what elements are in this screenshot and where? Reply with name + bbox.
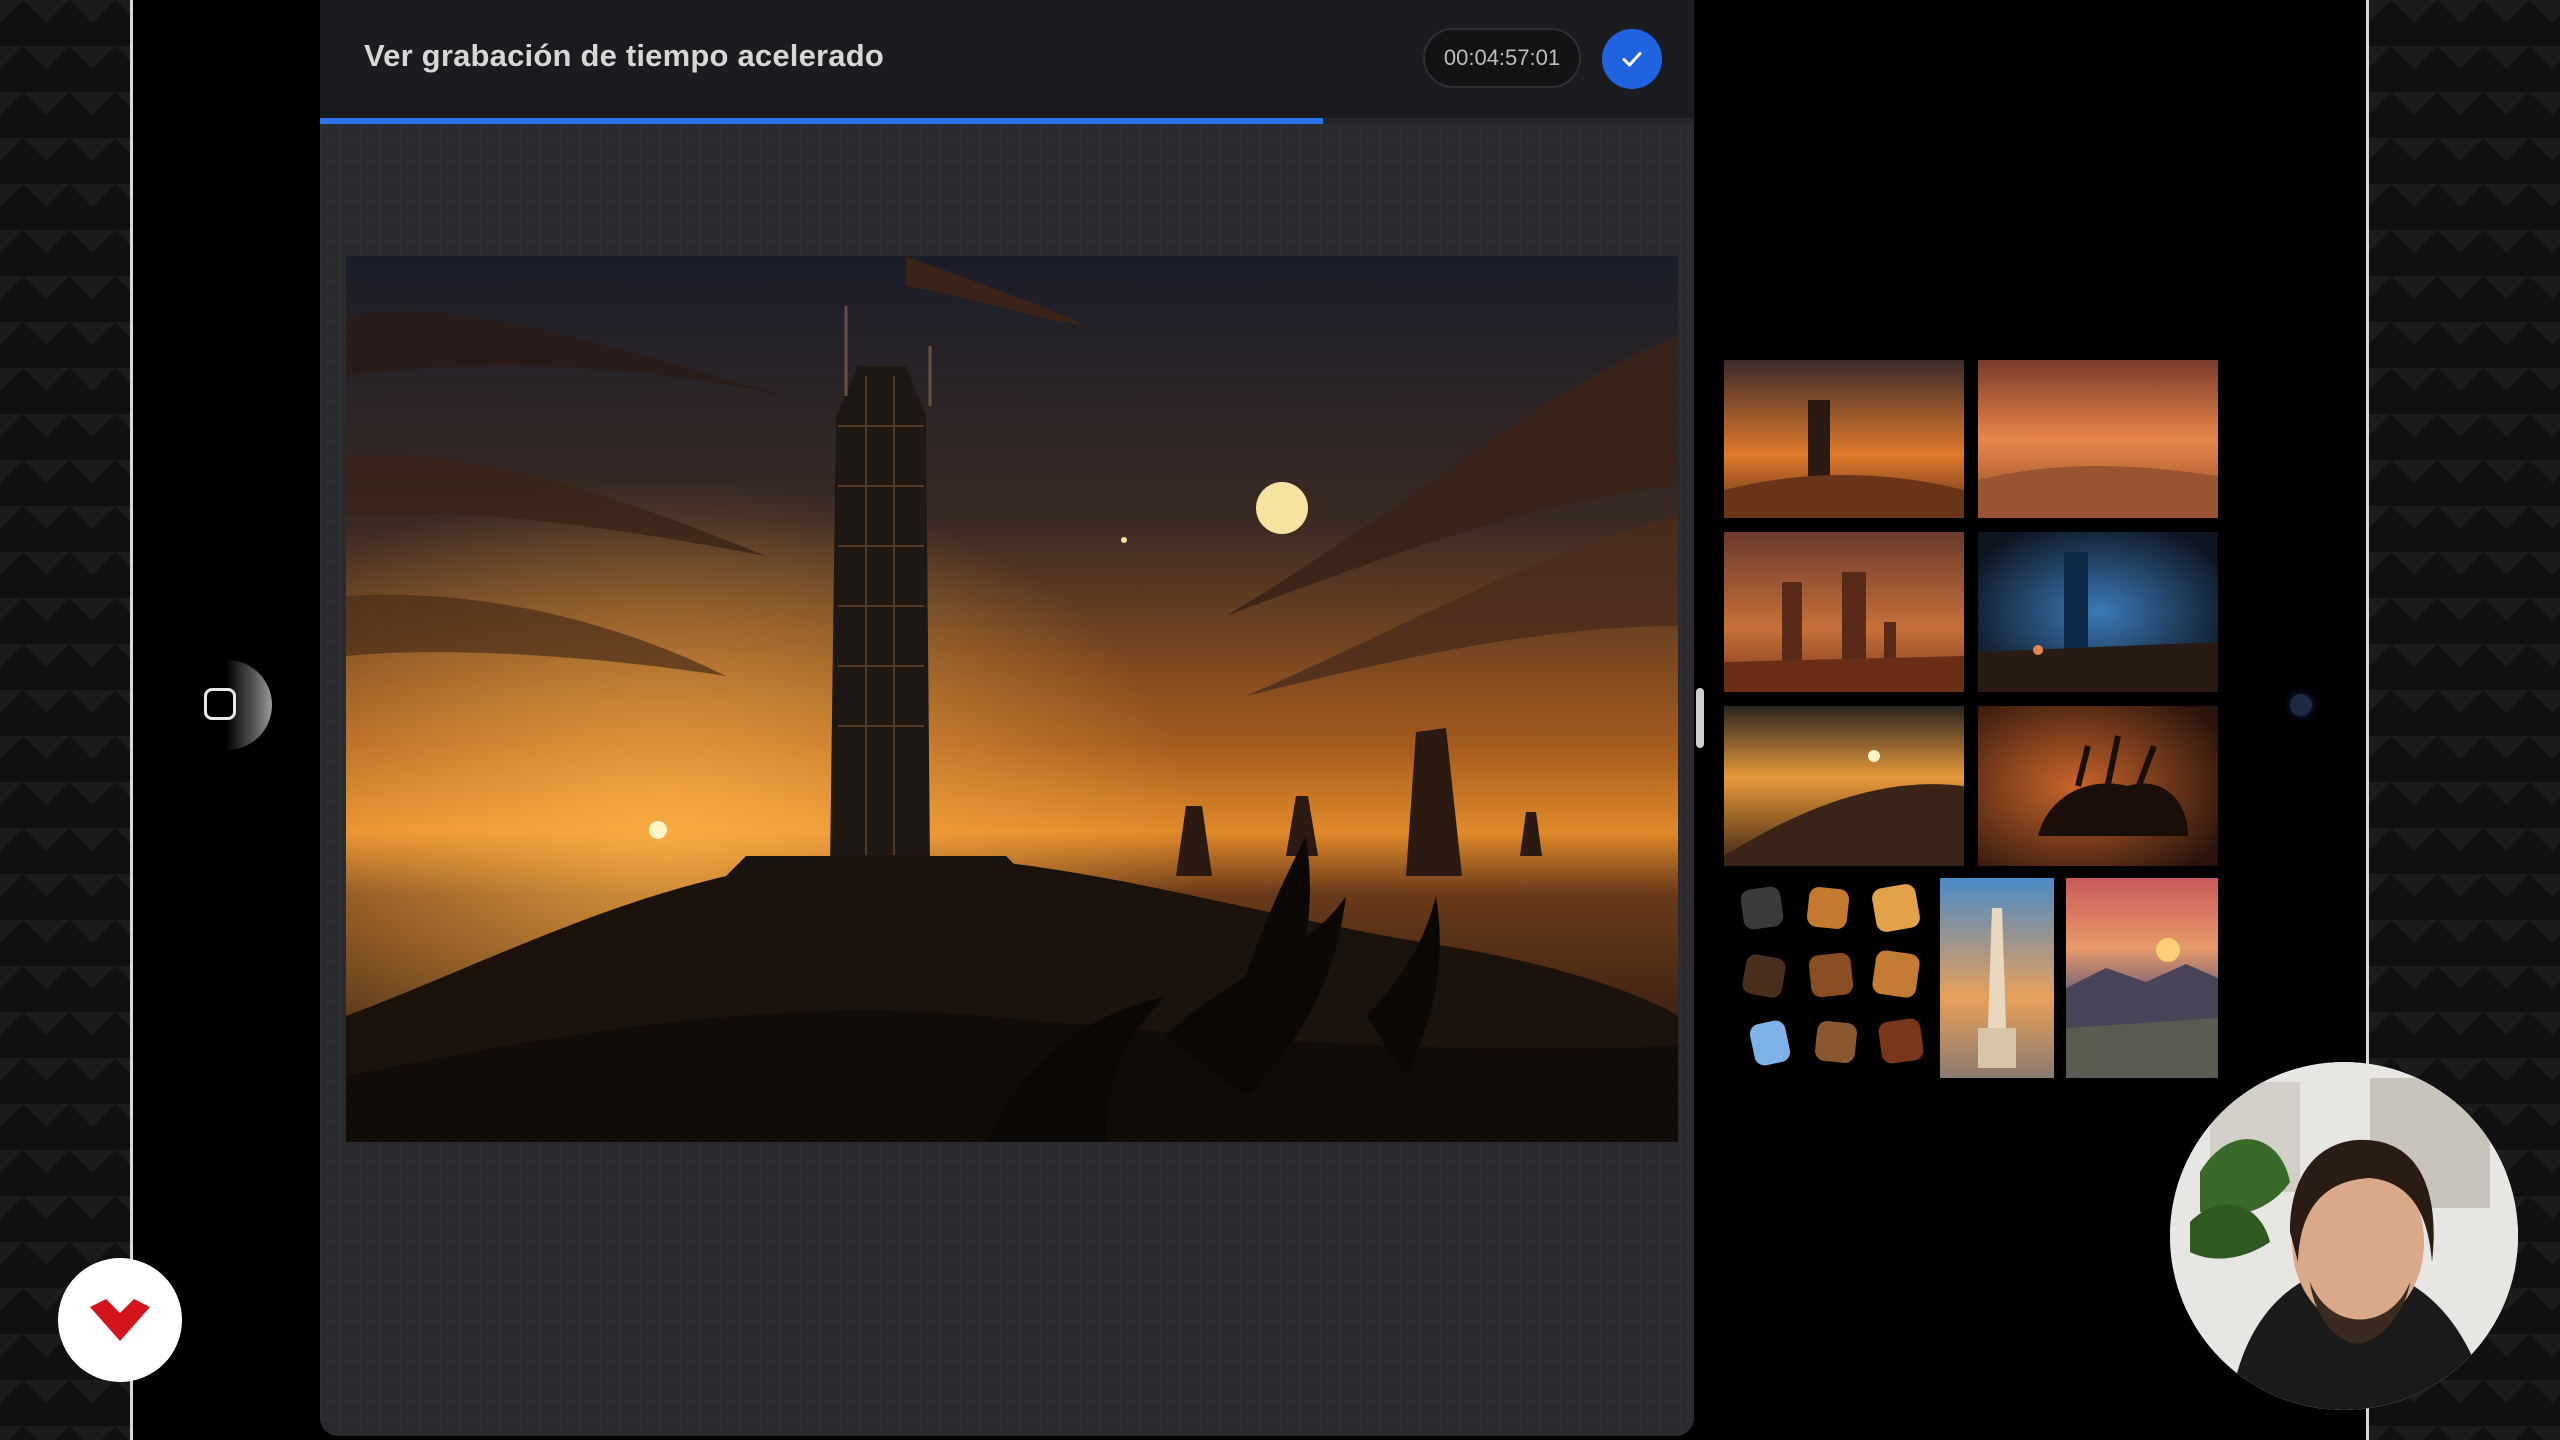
background-pattern-left — [0, 0, 132, 1440]
done-button[interactable] — [1602, 29, 1662, 89]
playback-progress-bar[interactable] — [320, 118, 1694, 124]
reference-thumbnail[interactable] — [1724, 706, 1964, 866]
timelapse-timer: 00:04:57:01 — [1423, 28, 1581, 88]
presenter-video — [2170, 1062, 2518, 1410]
reference-thumbnail[interactable] — [1978, 532, 2218, 692]
reference-image — [1978, 706, 2218, 866]
reference-image — [1940, 878, 2054, 1078]
reference-image — [1724, 706, 1964, 866]
color-swatch[interactable] — [1814, 1020, 1858, 1064]
brand-logo-icon — [90, 1299, 150, 1341]
artwork-image — [346, 256, 1678, 1142]
color-swatch[interactable] — [1807, 951, 1855, 999]
reference-thumbnail[interactable] — [1940, 878, 2054, 1078]
reference-image — [2066, 878, 2218, 1078]
panel-header: Ver grabación de tiempo acelerado 00:04:… — [320, 0, 1694, 120]
color-swatch[interactable] — [1748, 1018, 1792, 1068]
checkmark-icon — [1622, 52, 1642, 67]
timelapse-artwork[interactable] — [346, 256, 1678, 1142]
color-swatch[interactable] — [1871, 949, 1921, 999]
reference-image — [1724, 532, 1964, 692]
reference-image — [1724, 360, 1964, 518]
reference-thumbnail[interactable] — [1978, 360, 2218, 518]
ipad-frame-left — [130, 0, 133, 1440]
scroll-indicator — [2290, 694, 2312, 716]
square-icon — [204, 688, 236, 720]
sidebar-toggle[interactable] — [196, 660, 272, 750]
reference-image — [1978, 360, 2218, 518]
color-swatch[interactable] — [1739, 885, 1785, 931]
color-palette — [1730, 880, 1934, 1076]
color-swatch[interactable] — [1806, 886, 1850, 930]
resize-handle[interactable] — [1696, 688, 1704, 748]
reference-thumbnail[interactable] — [1724, 532, 1964, 692]
brand-logo — [58, 1258, 182, 1382]
reference-thumbnail[interactable] — [2066, 878, 2218, 1078]
panel-title: Ver grabación de tiempo acelerado — [364, 38, 885, 73]
color-swatch[interactable] — [1870, 882, 1922, 934]
reference-thumbnail[interactable] — [1978, 706, 2218, 866]
webcam-overlay — [2170, 1062, 2518, 1410]
color-swatch[interactable] — [1877, 1017, 1925, 1065]
reference-image — [1978, 532, 2218, 692]
reference-thumbnail[interactable] — [1724, 360, 1964, 518]
color-swatch[interactable] — [1740, 952, 1788, 1000]
playback-progress-fill — [320, 118, 1324, 124]
